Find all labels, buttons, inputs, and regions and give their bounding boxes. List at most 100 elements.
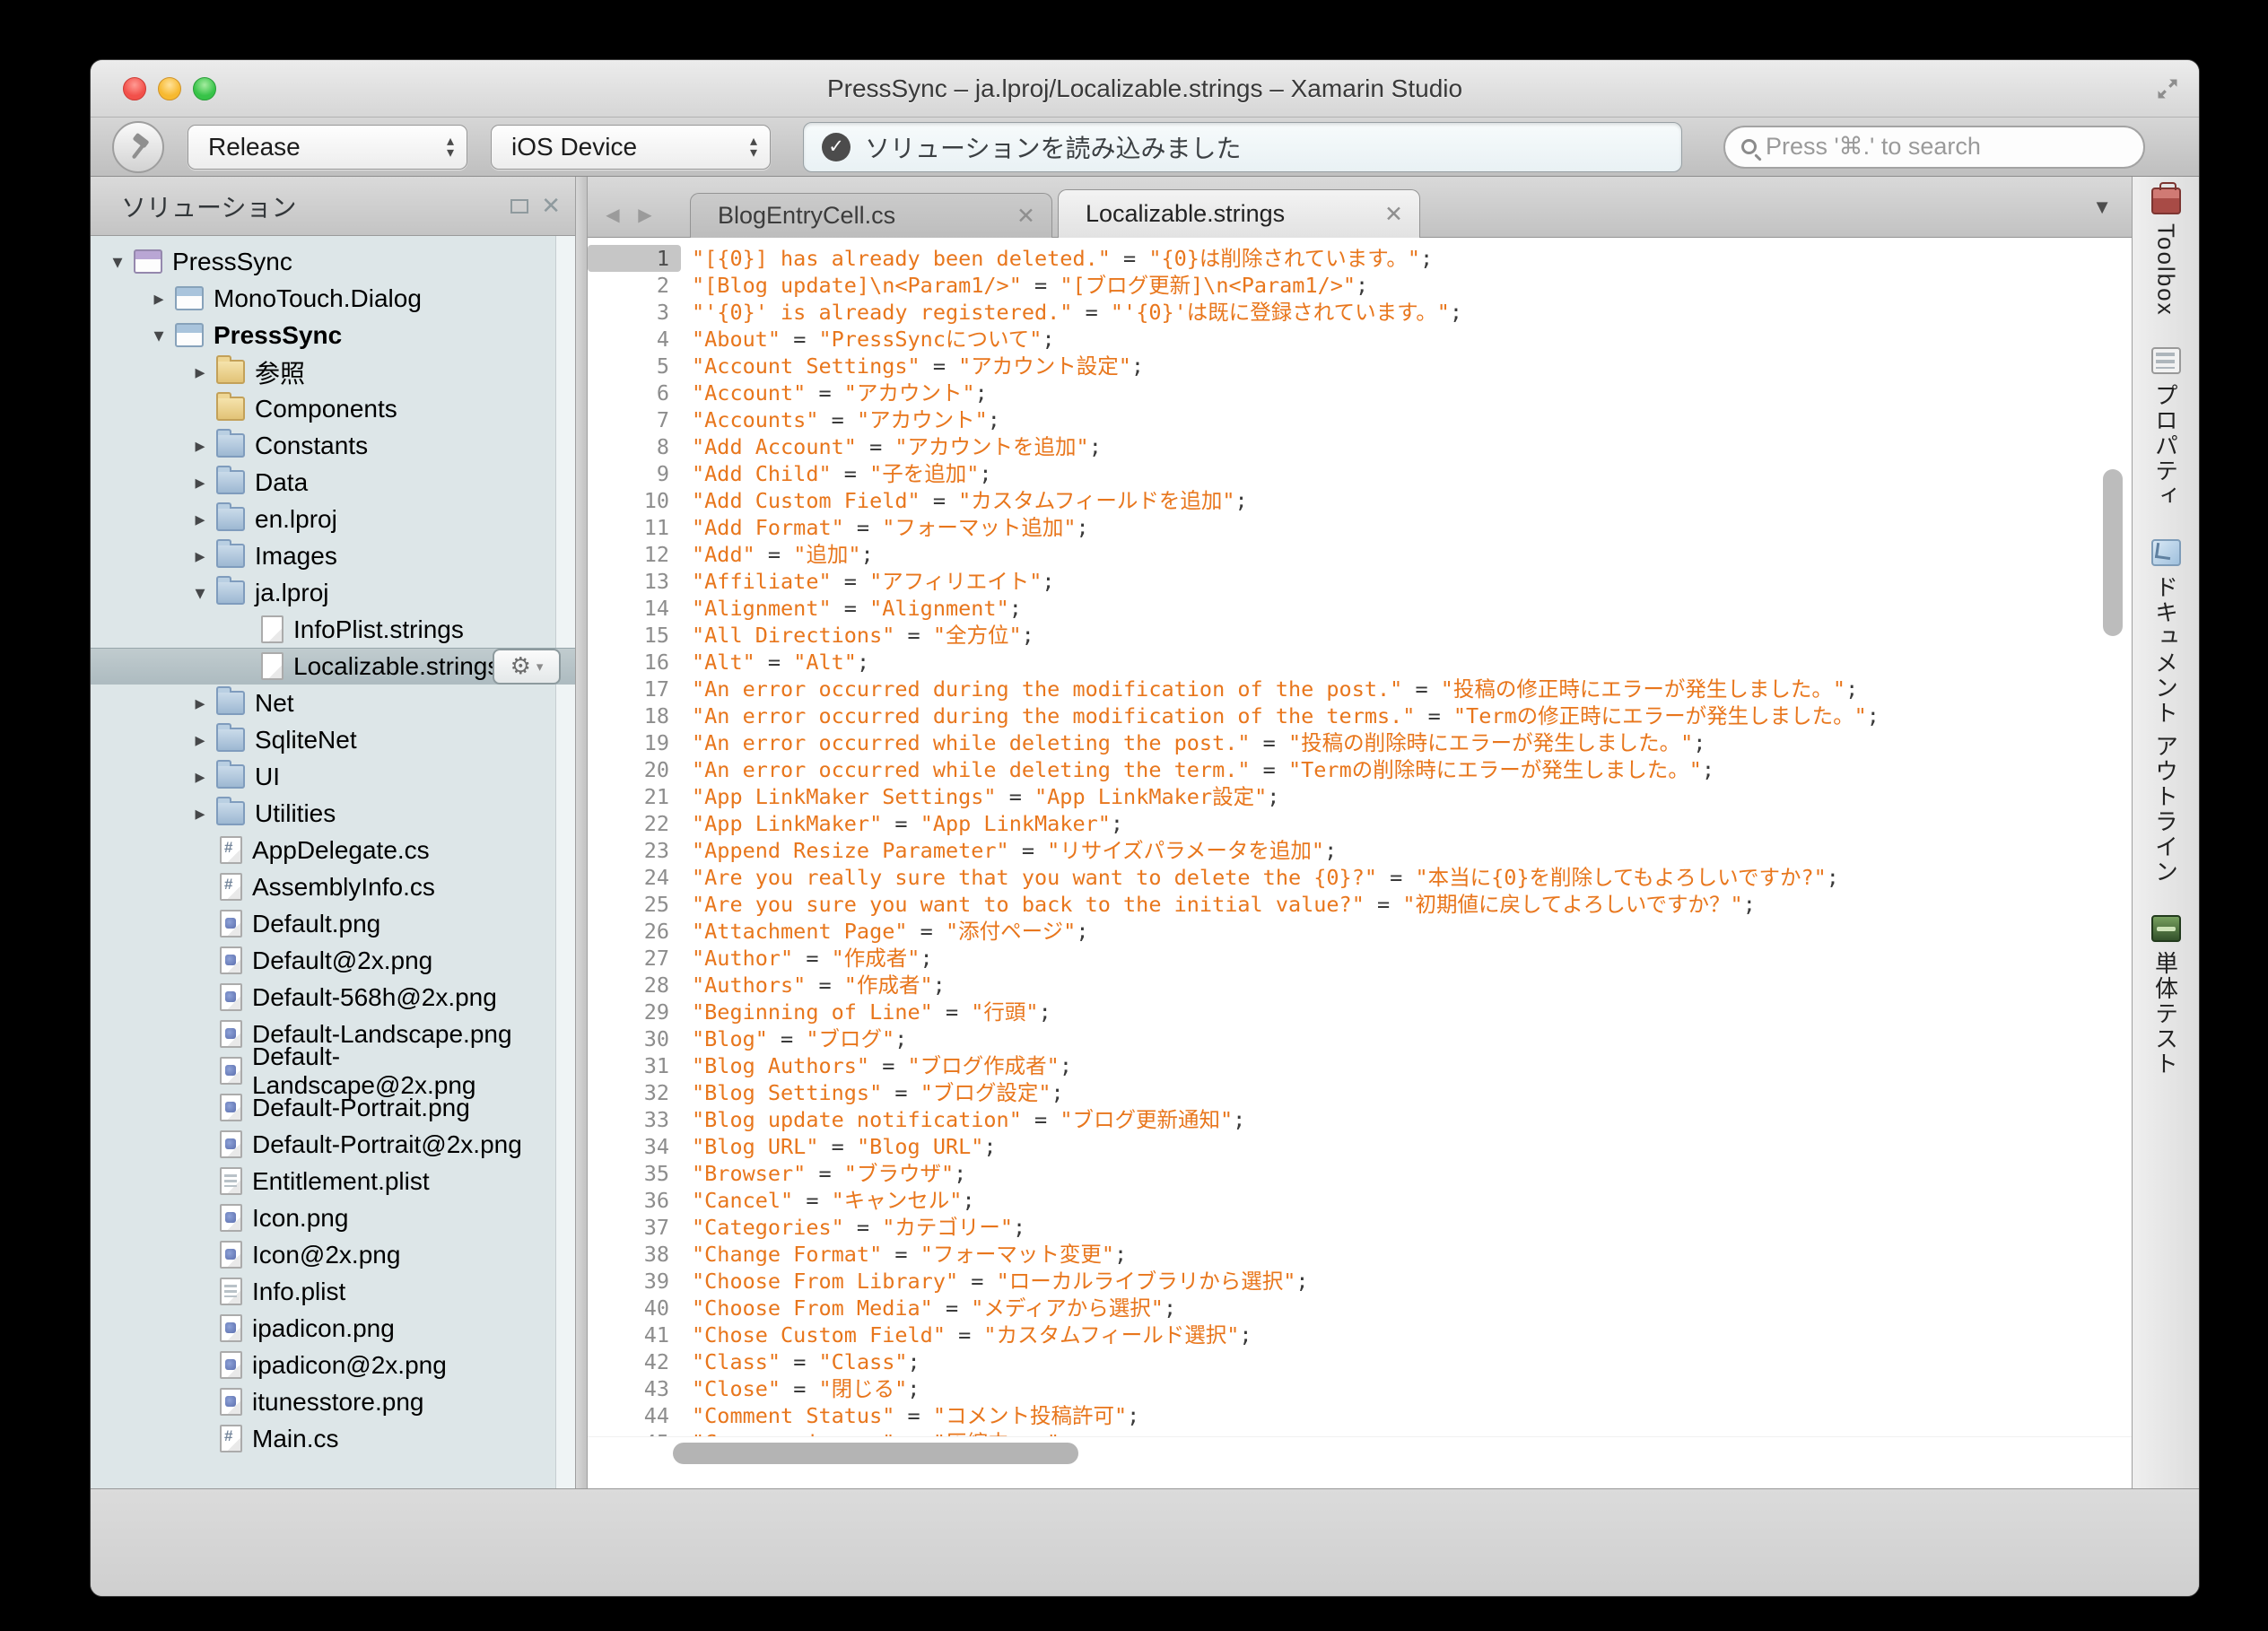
tree-item-assemblyinfo-cs[interactable]: AssemblyInfo.cs xyxy=(91,868,575,905)
tab-close-icon[interactable] xyxy=(1016,203,1035,230)
dock-tab-properties[interactable]: プロパティ xyxy=(2150,346,2183,509)
disclosure-closed-icon[interactable] xyxy=(184,471,216,494)
tree-item-infoplist-strings[interactable]: InfoPlist.strings xyxy=(91,611,575,648)
tree-item-default-portrait-2x-png[interactable]: Default-Portrait@2x.png xyxy=(91,1126,575,1163)
disclosure-closed-icon[interactable] xyxy=(184,361,216,384)
line-number: 30 xyxy=(643,1026,669,1051)
folder-blue-icon xyxy=(216,539,245,568)
dock-tab-toolbox[interactable]: Toolbox xyxy=(2150,182,2181,317)
disclosure-closed-icon[interactable] xyxy=(184,545,216,568)
minimize-window-button[interactable] xyxy=(158,77,181,100)
zoom-window-button[interactable] xyxy=(193,77,216,100)
tree-item-label: SqliteNet xyxy=(255,725,357,754)
tree-item-ui[interactable]: UI xyxy=(91,758,575,795)
disclosure-closed-icon[interactable] xyxy=(143,287,175,310)
navigate-forward-icon[interactable] xyxy=(629,192,661,237)
gear-menu-button[interactable] xyxy=(493,648,561,685)
code-line-36: 36 "Cancel" = "キャンセル"; xyxy=(588,1187,2132,1214)
tree-item-default-landscape-2x-png[interactable]: Default-Landscape@2x.png xyxy=(91,1042,575,1099)
tree-item-ipadicon-2x-png[interactable]: ipadicon@2x.png xyxy=(91,1347,575,1383)
disclosure-closed-icon[interactable] xyxy=(184,508,216,531)
fullscreen-icon[interactable] xyxy=(2152,74,2183,104)
horizontal-scrollbar[interactable] xyxy=(588,1436,2132,1488)
tree-item-localizable-strings[interactable]: Localizable.strings xyxy=(91,648,575,685)
equals-sign: = xyxy=(882,811,920,836)
tree-item-presssync[interactable]: PressSync xyxy=(91,317,575,353)
string-key: "Add Format" xyxy=(692,515,844,540)
equals-sign: = xyxy=(1072,300,1111,325)
tree-item-components[interactable]: Components xyxy=(91,390,575,427)
tree-item-entitlement-plist[interactable]: Entitlement.plist xyxy=(91,1163,575,1199)
tree-item-ja-lproj[interactable]: ja.lproj xyxy=(91,574,575,611)
equals-sign: = xyxy=(932,999,972,1025)
disclosure-open-icon[interactable] xyxy=(101,250,134,274)
dock-tab-label: ドキュメント アウトライン xyxy=(2151,574,2179,885)
code-editor[interactable]: 1 "[{0}] has already been deleted." = "{0… xyxy=(588,238,2132,1436)
vertical-scrollbar-thumb[interactable] xyxy=(2103,469,2123,636)
tree-item-default-568h-2x-png[interactable]: Default-568h@2x.png xyxy=(91,979,575,1016)
tree-item-sqlitenet[interactable]: SqliteNet xyxy=(91,721,575,758)
configuration-dropdown[interactable]: Release ▴ ▾ xyxy=(188,124,467,170)
tree-item-label: en.lproj xyxy=(255,504,337,533)
close-panel-icon[interactable] xyxy=(541,192,561,220)
tree-item-label: MonoTouch.Dialog xyxy=(214,283,422,312)
image-icon xyxy=(220,983,242,1011)
equals-sign: = xyxy=(1402,676,1441,702)
configuration-value: Release xyxy=(208,132,301,161)
disclosure-closed-icon[interactable] xyxy=(184,692,216,715)
tree-item-info-plist[interactable]: Info.plist xyxy=(91,1273,575,1310)
tree-item-en-lproj[interactable]: en.lproj xyxy=(91,501,575,537)
tree-item-label: Default@2x.png xyxy=(252,946,433,974)
tree-item-net[interactable]: Net xyxy=(91,685,575,721)
navigate-back-icon[interactable] xyxy=(597,192,629,237)
tree-item-default-portrait-png[interactable]: Default-Portrait.png xyxy=(91,1089,575,1126)
tree-item-presssync[interactable]: PressSync xyxy=(91,243,575,280)
tree-item-appdelegate-cs[interactable]: AppDelegate.cs xyxy=(91,832,575,868)
tree-item-label: ipadicon@2x.png xyxy=(252,1350,447,1379)
tab-close-icon[interactable] xyxy=(1384,201,1403,228)
check-icon xyxy=(822,132,850,161)
tree-item--[interactable]: 参照 xyxy=(91,353,575,390)
solution-pad-header[interactable]: ソリューション xyxy=(91,177,575,236)
string-key: "About" xyxy=(692,327,781,352)
dock-panel-icon[interactable] xyxy=(510,198,529,214)
device-dropdown[interactable]: iOS Device ▴ ▾ xyxy=(491,124,771,170)
tree-item-ipadicon-png[interactable]: ipadicon.png xyxy=(91,1310,575,1347)
semicolon: ; xyxy=(954,1161,967,1186)
tree-item-constants[interactable]: Constants xyxy=(91,427,575,464)
tree-item-icon-2x-png[interactable]: Icon@2x.png xyxy=(91,1236,575,1273)
dock-tab-unit-test[interactable]: 単体テスト xyxy=(2150,914,2183,1077)
search-field[interactable]: Press '⌘.' to search xyxy=(1723,125,2145,169)
tree-item-default-png[interactable]: Default.png xyxy=(91,905,575,942)
disclosure-closed-icon[interactable] xyxy=(184,765,216,789)
code-line-22: 22 "App LinkMaker" = "App LinkMaker"; xyxy=(588,810,2132,837)
tab-blogentrycell-cs[interactable]: BlogEntryCell.cs xyxy=(690,193,1052,238)
disclosure-closed-icon[interactable] xyxy=(184,434,216,458)
dock-tab-document-outline[interactable]: ドキュメント アウトライン xyxy=(2150,538,2183,885)
disclosure-open-icon[interactable] xyxy=(143,324,175,347)
tree-item-data[interactable]: Data xyxy=(91,464,575,501)
titlebar[interactable]: PressSync – ja.lproj/Localizable.strings… xyxy=(91,60,2199,118)
semicolon: ; xyxy=(962,1188,975,1213)
semicolon: ; xyxy=(1324,838,1338,863)
pane-splitter[interactable] xyxy=(575,177,588,1488)
line-number: 6 xyxy=(656,380,669,406)
tab-localizable-strings[interactable]: Localizable.strings xyxy=(1058,189,1420,238)
code-line-2: 2 "[Blog update]\n<Param1/>" = "[ブログ更新]\n… xyxy=(588,272,2132,299)
tree-item-monotouch-dialog[interactable]: MonoTouch.Dialog xyxy=(91,280,575,317)
tree-item-images[interactable]: Images xyxy=(91,537,575,574)
build-run-button[interactable] xyxy=(112,120,164,173)
file-icon xyxy=(261,652,284,680)
disclosure-closed-icon[interactable] xyxy=(184,802,216,825)
tree-item-utilities[interactable]: Utilities xyxy=(91,795,575,832)
tree-item-icon-png[interactable]: Icon.png xyxy=(91,1199,575,1236)
disclosure-open-icon[interactable] xyxy=(184,581,216,605)
tab-overflow-icon[interactable] xyxy=(2092,196,2112,219)
close-window-button[interactable] xyxy=(123,77,146,100)
tree-item-default-2x-png[interactable]: Default@2x.png xyxy=(91,942,575,979)
tree-item-main-cs[interactable]: Main.cs xyxy=(91,1420,575,1457)
tree-item-itunesstore-png[interactable]: itunesstore.png xyxy=(91,1383,575,1420)
horizontal-scrollbar-thumb[interactable] xyxy=(673,1443,1078,1464)
disclosure-closed-icon[interactable] xyxy=(184,728,216,752)
semicolon: ; xyxy=(1051,1080,1064,1105)
